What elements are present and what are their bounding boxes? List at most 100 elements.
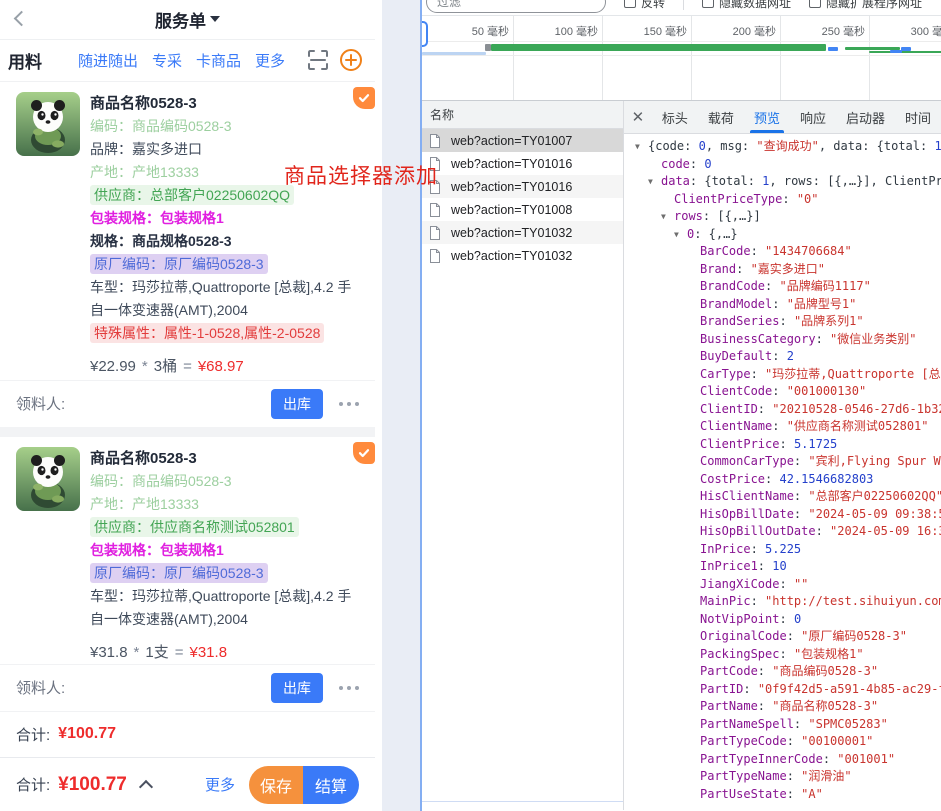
product-attr-line: 特殊属性：属性-1-0528,属性-2-0528 xyxy=(90,322,359,345)
toolbar-tab-1[interactable]: 专采 xyxy=(152,50,182,71)
devtools-panel: 反转隐藏数据网址隐藏扩展程序网址 50 毫秒100 毫秒150 毫秒200 毫秒… xyxy=(420,0,941,811)
total-value: ¥100.77 xyxy=(58,774,127,796)
scan-icon[interactable] xyxy=(307,49,329,71)
json-line: BarCode: "1434706684" xyxy=(624,243,941,261)
json-line: HisClientName: "总部客户02250602QQ" xyxy=(624,488,941,506)
filter-input[interactable] xyxy=(426,0,606,13)
document-icon xyxy=(429,249,446,263)
quantity: 3桶 xyxy=(154,358,177,375)
add-plus-icon[interactable] xyxy=(339,48,363,72)
product-attr-tag: 供应商：总部客户02250602QQ xyxy=(90,185,294,205)
expand-arrow-icon[interactable]: ▼ xyxy=(635,138,648,156)
json-line: PartName: "商品名称0528-3" xyxy=(624,698,941,716)
detail-tabbar: ✕ 标头载荷预览响应启动器时间 xyxy=(624,101,941,134)
product-attr-line: 规格：商品规格0528-3 xyxy=(90,230,359,253)
price-line: ¥22.99*3桶=¥68.97 xyxy=(90,355,359,376)
request-list: 名称 web?action=TY01007web?action=TY01016w… xyxy=(422,101,624,810)
page-title[interactable]: 服务单 xyxy=(155,7,206,32)
outbound-button[interactable]: 出库 xyxy=(271,389,323,419)
json-line: HisOpBillDate: "2024-05-09 09:38:5 xyxy=(624,506,941,524)
screenshot-root: 服务单 用料 随进随出专采卡商品更多 商品名称0528-3编码：商品编码0528… xyxy=(0,0,941,811)
equals-sign: = xyxy=(175,644,184,661)
filter-checkbox-0: 反转 xyxy=(624,0,665,11)
checkbox-icon[interactable] xyxy=(809,0,821,8)
line-total: ¥68.97 xyxy=(198,358,244,375)
total-label: 合计: xyxy=(16,774,50,795)
json-line: BuyDefault: 2 xyxy=(624,348,941,366)
json-line: CostPrice: 42.1546682803 xyxy=(624,471,941,489)
app-toolbar: 用料 随进随出专采卡商品更多 xyxy=(0,40,375,82)
card-actions-row: 领料人:出库 xyxy=(0,664,375,711)
outbound-button[interactable]: 出库 xyxy=(271,673,323,703)
json-line: PartUseState: "A" xyxy=(624,786,941,804)
json-line: ▼data: {total: 1, rows: [{,…}], ClientPr xyxy=(624,173,941,191)
product-title: 商品名称0528-3 xyxy=(90,92,359,115)
back-icon[interactable] xyxy=(14,11,30,27)
json-line: PartTypeCode: "00100001" xyxy=(624,733,941,751)
json-line: JiangXiCode: "" xyxy=(624,576,941,594)
network-overview[interactable]: 50 毫秒100 毫秒150 毫秒200 毫秒250 毫秒300 毫秒 xyxy=(422,15,941,101)
checkbox-icon[interactable] xyxy=(702,0,714,8)
panel-gap xyxy=(382,0,420,811)
waterfall-bar xyxy=(869,51,941,53)
request-list-header[interactable]: 名称 xyxy=(422,101,623,129)
product-image xyxy=(16,447,80,511)
product-card: 商品名称0528-3编码：商品编码0528-3品牌：嘉实多进口产地：产地1333… xyxy=(0,82,375,380)
document-icon xyxy=(429,226,446,240)
json-line: PartNameSpell: "SPMC05283" xyxy=(624,716,941,734)
request-row[interactable]: web?action=TY01016 xyxy=(422,152,623,175)
timeline-tick-label: 150 毫秒 xyxy=(623,23,687,39)
request-row[interactable]: web?action=TY01016 xyxy=(422,175,623,198)
detail-tab-1[interactable]: 载荷 xyxy=(698,101,744,133)
overview-drag-handle[interactable] xyxy=(422,21,428,47)
caret-down-icon[interactable] xyxy=(210,16,220,22)
json-line: MainPic: "http://test.sihuiyun.com xyxy=(624,593,941,611)
json-line: ClientCode: "001000130" xyxy=(624,383,941,401)
detail-tab-4[interactable]: 启动器 xyxy=(836,101,895,133)
request-name: web?action=TY01032 xyxy=(451,226,572,240)
toolbar-tab-0[interactable]: 随进随出 xyxy=(78,50,138,71)
price-line: ¥31.8*1支=¥31.8 xyxy=(90,641,359,662)
waterfall-bar xyxy=(491,44,826,51)
timeline-gridline xyxy=(513,16,514,100)
product-attr-tag: 原厂编码：原厂编码0528-3 xyxy=(90,563,268,583)
toolbar-tab-3[interactable]: 更多 xyxy=(255,50,285,71)
toolbar-tab-2[interactable]: 卡商品 xyxy=(196,50,241,71)
toolbar-tabs: 随进随出专采卡商品更多 xyxy=(78,50,301,71)
product-attr-tag: 原厂编码：原厂编码0528-3 xyxy=(90,254,268,274)
detail-tab-2[interactable]: 预览 xyxy=(744,101,790,133)
expand-arrow-icon[interactable]: ▼ xyxy=(674,226,687,244)
detail-tab-5[interactable]: 时间 xyxy=(895,101,941,133)
product-attr-line: 车型：玛莎拉蒂,Quattroporte [总裁],4.2 手自一体变速器(AM… xyxy=(90,585,359,631)
more-link[interactable]: 更多 xyxy=(205,774,235,795)
timeline-tick-label: 300 毫秒 xyxy=(890,23,941,39)
detail-tab-0[interactable]: 标头 xyxy=(652,101,698,133)
request-row[interactable]: web?action=TY01007 xyxy=(422,129,623,152)
close-icon[interactable]: ✕ xyxy=(624,101,652,133)
json-line: HisOpBillOutDate: "2024-05-09 16:3 xyxy=(624,523,941,541)
network-main: 名称 web?action=TY01007web?action=TY01016w… xyxy=(422,101,941,810)
toolbar-tab-active[interactable]: 用料 xyxy=(8,48,42,73)
json-line: ▼{code: 0, msg: "查询成功", data: {total: 1 xyxy=(624,138,941,156)
request-row[interactable]: web?action=TY01032 xyxy=(422,221,623,244)
waterfall-bar xyxy=(422,52,486,55)
more-dots-icon[interactable] xyxy=(339,402,359,406)
document-icon xyxy=(429,134,446,148)
save-button[interactable]: 保存 xyxy=(249,766,303,804)
timeline-tick-label: 200 毫秒 xyxy=(712,23,776,39)
request-row[interactable]: web?action=TY01032 xyxy=(422,244,623,267)
times-sign: * xyxy=(134,644,140,661)
more-dots-icon[interactable] xyxy=(339,686,359,690)
selected-check-badge xyxy=(353,442,375,464)
request-name: web?action=TY01032 xyxy=(451,249,572,263)
checkbox-icon[interactable] xyxy=(624,0,636,8)
request-row[interactable]: web?action=TY01008 xyxy=(422,198,623,221)
expand-arrow-icon[interactable]: ▼ xyxy=(648,173,661,191)
json-line: BrandSeries: "品牌系列1" xyxy=(624,313,941,331)
checkout-button[interactable]: 结算 xyxy=(303,766,359,804)
footer-actions: 保存 结算 xyxy=(249,766,359,804)
json-line: PartID: "0f9f42d5-a591-4b85-ac29-f xyxy=(624,681,941,699)
expand-arrow-icon[interactable]: ▼ xyxy=(661,208,674,226)
detail-tab-3[interactable]: 响应 xyxy=(790,101,836,133)
collapse-chevron-icon[interactable] xyxy=(139,780,153,794)
